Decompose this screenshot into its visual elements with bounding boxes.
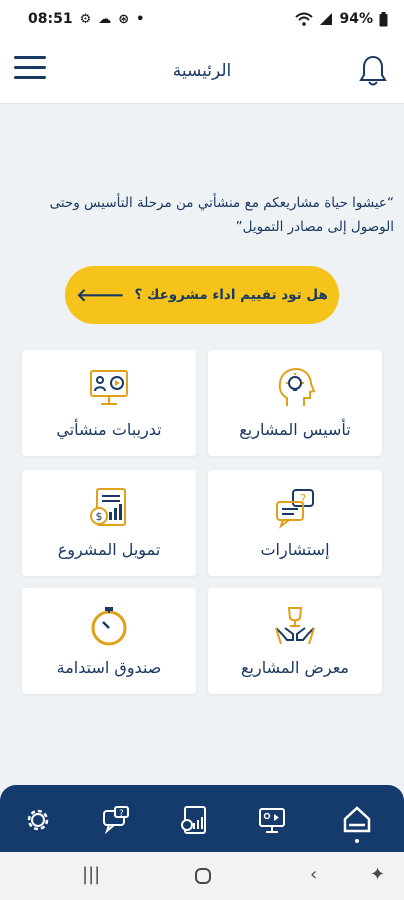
stopwatch-icon — [91, 607, 127, 646]
card-label: صندوق استدامة — [56, 658, 162, 677]
hands-trophy-icon — [275, 607, 315, 645]
battery-level: 94% — [339, 11, 373, 27]
status-bar: 08:51 ⚙ ☁ ⊛ • 94% — [0, 0, 404, 38]
status-right: 94% — [295, 11, 388, 27]
home-circle-icon[interactable] — [194, 867, 212, 885]
back-icon[interactable]: ‹ — [310, 864, 317, 885]
nav-consultations[interactable]: ? — [98, 803, 134, 837]
bell-icon — [359, 55, 387, 86]
svg-text:$: $ — [96, 510, 103, 523]
battery-icon — [379, 11, 388, 26]
active-indicator — [355, 839, 359, 843]
recent-apps-icon[interactable]: ||| — [82, 864, 100, 885]
training-screen-icon — [90, 370, 128, 405]
card-label: معرض المشاريع — [241, 658, 349, 677]
evaluate-project-button[interactable]: هل تود تقييم اداء مشروعك ؟ 🡐 — [65, 266, 339, 324]
gear-icon: ⚙ — [79, 11, 92, 27]
chat-help-icon: ? — [103, 806, 129, 835]
head-lightbulb-icon — [278, 367, 316, 406]
card-projects-exhibition[interactable]: معرض المشاريع — [208, 588, 382, 694]
bottom-navigation: ? — [0, 785, 404, 852]
finance-document-icon: $ — [90, 488, 126, 526]
nav-trainings[interactable] — [254, 803, 290, 837]
evaluate-project-label: هل تود تقييم اداء مشروعك ؟ — [134, 287, 328, 303]
consultation-chat-icon: ? — [276, 489, 314, 529]
card-trainings[interactable]: تدريبات منشأتي — [22, 350, 196, 456]
hamburger-icon-line — [14, 66, 46, 69]
notifications-button[interactable] — [358, 54, 388, 88]
tagline-text: “عيشوا حياة مشاريعكم مع منشأتي من مرحلة … — [49, 195, 394, 235]
card-label: إستشارات — [260, 540, 330, 559]
card-consultations[interactable]: ? إستشارات — [208, 470, 382, 576]
sync-icon: ⊛ — [118, 11, 130, 27]
svg-text:?: ? — [119, 809, 124, 819]
page-title: الرئيسية — [172, 60, 232, 81]
hamburger-icon-line — [14, 76, 46, 79]
training-icon — [259, 808, 285, 833]
card-project-finance[interactable]: $ تمويل المشروع — [22, 470, 196, 576]
menu-button[interactable] — [14, 56, 46, 86]
nav-settings[interactable] — [20, 803, 56, 837]
card-project-founding[interactable]: تأسيس المشاريع — [208, 350, 382, 456]
finance-icon — [181, 806, 206, 834]
card-label: تمويل المشروع — [57, 540, 161, 559]
dot-icon: • — [136, 11, 145, 27]
card-label: تأسيس المشاريع — [239, 420, 351, 439]
system-navigation-bar: ||| ‹ ✦ — [0, 852, 404, 900]
wifi-icon — [295, 12, 314, 26]
nav-home[interactable] — [339, 803, 375, 837]
signal-icon — [320, 13, 333, 25]
main-content: “عيشوا حياة مشاريعكم مع منشأتي من مرحلة … — [0, 105, 404, 785]
card-label: تدريبات منشأتي — [56, 420, 162, 439]
home-icon — [343, 806, 371, 833]
card-sustainability-fund[interactable]: صندوق استدامة — [22, 588, 196, 694]
status-left: 08:51 ⚙ ☁ ⊛ • — [28, 11, 144, 27]
accessibility-icon[interactable]: ✦ — [370, 864, 385, 885]
nav-finance[interactable] — [176, 803, 212, 837]
app-header: الرئيسية — [0, 38, 404, 104]
hamburger-icon — [14, 56, 46, 59]
arrow-left-icon: 🡐 — [76, 284, 125, 306]
settings-gear-icon — [27, 809, 49, 831]
cloud-icon: ☁ — [98, 11, 112, 27]
status-time: 08:51 — [28, 11, 73, 27]
